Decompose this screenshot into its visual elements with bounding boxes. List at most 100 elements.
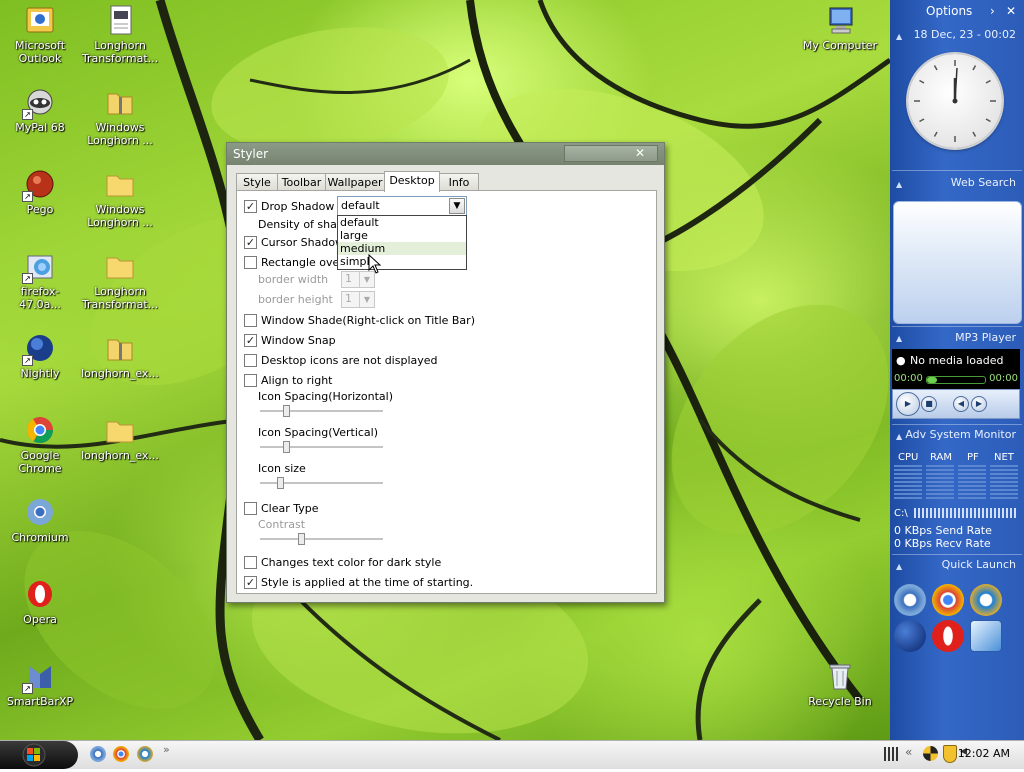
- desktop-icon-firefox-installer[interactable]: ↗ firefox-47.0a...: [0, 250, 80, 311]
- slider-thumb[interactable]: [298, 533, 305, 545]
- icon-spacing-v-slider[interactable]: [260, 441, 383, 453]
- rectangle-over-option[interactable]: Rectangle over t: [244, 255, 352, 269]
- dropdown-option-simple[interactable]: simple: [338, 255, 466, 268]
- tab-info[interactable]: Info: [439, 173, 479, 191]
- previous-button[interactable]: ◀: [953, 396, 969, 412]
- drop-shadow-checkbox[interactable]: ✓: [244, 199, 257, 213]
- desktop-icon-label: firefox-47.0a...: [19, 285, 61, 311]
- desktop-icon-pego[interactable]: ↗ Pego: [0, 168, 80, 216]
- next-button[interactable]: ▶: [971, 396, 987, 412]
- tab-style[interactable]: Style: [236, 173, 278, 191]
- tray-network-icon[interactable]: [923, 746, 938, 761]
- dropdown-option-large[interactable]: large: [338, 229, 466, 242]
- close-button[interactable]: ✕: [564, 145, 658, 162]
- options-menu[interactable]: Options: [926, 4, 972, 18]
- collapse-arrow-icon[interactable]: ▲: [896, 180, 902, 189]
- window-titlebar[interactable]: Styler ✕: [227, 143, 664, 165]
- net-meter: [990, 465, 1018, 501]
- drop-shadow-option[interactable]: ✓ Drop Shadow: [244, 199, 334, 213]
- desktop-icon-longhorn-ex-folder[interactable]: longhorn_ex...: [80, 414, 160, 462]
- slider-thumb[interactable]: [277, 477, 284, 489]
- hide-desktop-icons-option[interactable]: Desktop icons are not displayed: [244, 353, 438, 367]
- tab-desktop[interactable]: Desktop: [384, 171, 440, 192]
- dropdown-option-default[interactable]: default: [338, 216, 466, 229]
- clear-type-label: Clear Type: [261, 501, 319, 515]
- rectangle-over-checkbox[interactable]: [244, 255, 257, 269]
- window-snap-checkbox[interactable]: ✓: [244, 333, 257, 347]
- tray-keyboard-icon[interactable]: [884, 747, 898, 761]
- chevron-down-icon[interactable]: ▼: [449, 198, 465, 214]
- start-button[interactable]: [0, 741, 78, 769]
- taskbar-chrome-icon[interactable]: [113, 746, 129, 762]
- quick-launch-chromium-icon[interactable]: [894, 584, 926, 616]
- taskbar-ie-icon[interactable]: [137, 746, 153, 762]
- slider-thumb[interactable]: [283, 405, 290, 417]
- slider-thumb[interactable]: [283, 441, 290, 453]
- desktop-icon-google-chrome[interactable]: Google Chrome: [0, 414, 80, 475]
- sidebar-expand-icon[interactable]: ›: [990, 4, 995, 18]
- tab-toolbar[interactable]: Toolbar: [277, 173, 326, 191]
- quick-launch-show-desktop-icon[interactable]: [970, 620, 1002, 652]
- window-shade-option[interactable]: Window Shade(Right-click on Title Bar): [244, 313, 475, 327]
- desktop-icon-opera[interactable]: Opera: [0, 578, 80, 626]
- taskbar-chromium-icon[interactable]: [90, 746, 106, 762]
- zip-folder-icon: [104, 332, 136, 364]
- quick-launch-chrome-icon[interactable]: [932, 584, 964, 616]
- desktop-icon-longhorn-transformation-2[interactable]: Longhorn Transformat...: [80, 250, 160, 311]
- web-search-box[interactable]: [893, 201, 1022, 324]
- tray-security-shield-icon[interactable]: [943, 745, 957, 763]
- hide-desktop-icons-checkbox[interactable]: [244, 353, 257, 367]
- border-height-spinner[interactable]: 1 ▼: [341, 291, 375, 308]
- chevron-down-icon[interactable]: ▼: [359, 292, 374, 307]
- desktop-icon-label: Nightly: [20, 367, 60, 380]
- window-snap-option[interactable]: ✓ Window Snap: [244, 333, 336, 347]
- desktop-icon-my-computer[interactable]: My Computer: [800, 4, 880, 52]
- desktop-icon-recycle-bin[interactable]: Recycle Bin: [800, 660, 880, 708]
- stop-button[interactable]: ■: [921, 396, 937, 412]
- seek-bar[interactable]: [926, 376, 986, 384]
- icon-spacing-h-slider[interactable]: [260, 405, 383, 417]
- cursor-shadow-checkbox[interactable]: ✓: [244, 235, 257, 249]
- desktop-icon-mypal[interactable]: ↗ MyPal 68: [0, 86, 80, 134]
- collapse-arrow-icon[interactable]: ▲: [896, 562, 902, 571]
- clear-type-checkbox[interactable]: [244, 501, 257, 515]
- apply-on-start-option[interactable]: ✓ Style is applied at the time of starti…: [244, 575, 473, 589]
- icon-size-slider[interactable]: [260, 477, 383, 489]
- desktop-icon-longhorn-transformation-1[interactable]: Longhorn Transformat...: [80, 4, 160, 65]
- combo-value: default: [341, 199, 380, 212]
- contrast-slider[interactable]: [260, 533, 383, 545]
- collapse-arrow-icon[interactable]: ▲: [896, 32, 902, 41]
- tray-clock[interactable]: 12:02 AM: [958, 747, 1010, 760]
- tab-wallpaper[interactable]: Wallpaper: [325, 173, 385, 191]
- quick-launch-nightly-icon[interactable]: [894, 620, 926, 652]
- desktop-icon-chromium[interactable]: Chromium: [0, 496, 80, 544]
- apply-on-start-checkbox[interactable]: ✓: [244, 575, 257, 589]
- desktop-icon-outlook[interactable]: Microsoft Outlook: [0, 4, 80, 65]
- document-icon: [104, 4, 136, 36]
- collapse-arrow-icon[interactable]: ▲: [896, 334, 902, 343]
- desktop-icon-longhorn-ex-zip[interactable]: longhorn_ex...: [80, 332, 160, 380]
- desktop-icon-windows-longhorn-zip[interactable]: Windows Longhorn ...: [80, 86, 160, 147]
- shadow-density-combo[interactable]: default ▼: [337, 196, 467, 216]
- tray-expand-icon[interactable]: «: [905, 745, 912, 759]
- clear-type-option[interactable]: Clear Type: [244, 501, 319, 515]
- folder-icon: [104, 414, 136, 446]
- cursor-shadow-option[interactable]: ✓ Cursor Shadow: [244, 235, 344, 249]
- desktop-icon-smartbarxp[interactable]: ↗ SmartBarXP: [0, 660, 80, 708]
- collapse-arrow-icon[interactable]: ▲: [896, 432, 902, 441]
- window-shade-checkbox[interactable]: [244, 313, 257, 327]
- quick-launch-overflow-icon[interactable]: »: [163, 743, 170, 756]
- sidebar-close-icon[interactable]: ✕: [1006, 4, 1016, 18]
- quick-launch-ie-icon[interactable]: [970, 584, 1002, 616]
- align-right-checkbox[interactable]: [244, 373, 257, 387]
- align-right-option[interactable]: Align to right: [244, 373, 332, 387]
- dark-style-checkbox[interactable]: [244, 555, 257, 569]
- dark-style-option[interactable]: Changes text color for dark style: [244, 555, 441, 569]
- desktop-icon-windows-longhorn-folder[interactable]: Windows Longhorn ...: [80, 168, 160, 229]
- desktop-icon-nightly[interactable]: ↗ Nightly: [0, 332, 80, 380]
- quick-launch-opera-icon[interactable]: [932, 620, 964, 652]
- play-button[interactable]: ▶: [896, 392, 920, 416]
- dropdown-option-medium[interactable]: medium: [338, 242, 466, 255]
- nightly-icon: ↗: [22, 332, 56, 366]
- hide-desktop-icons-label: Desktop icons are not displayed: [261, 353, 438, 367]
